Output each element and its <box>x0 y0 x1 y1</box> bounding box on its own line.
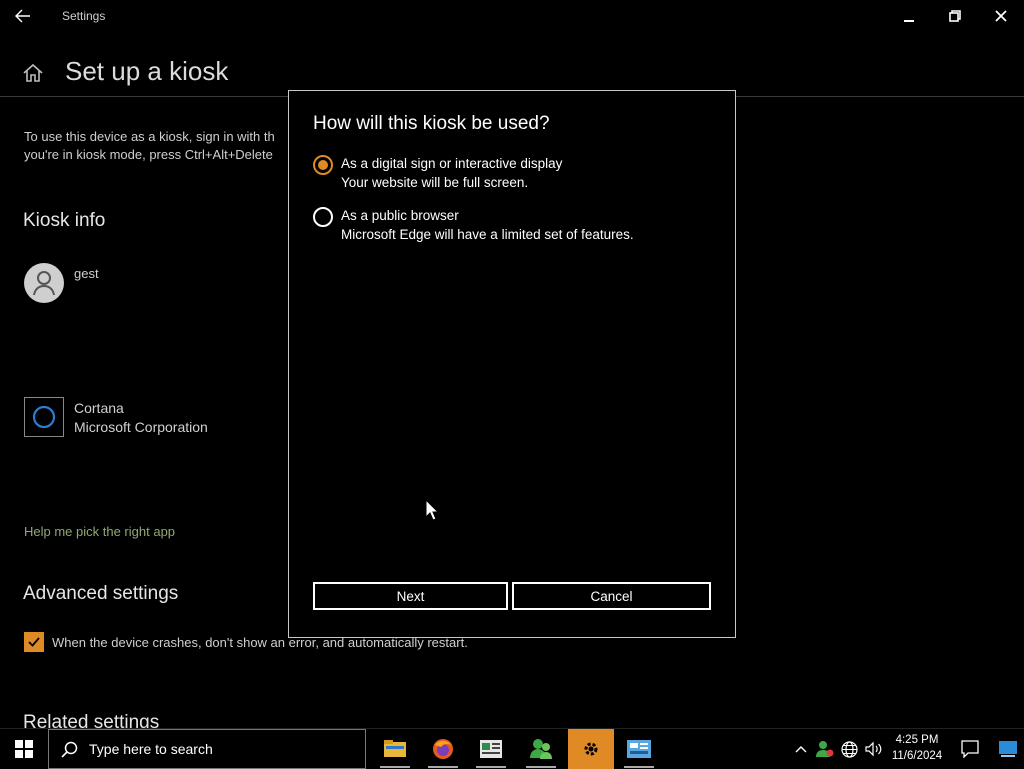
chevron-up-icon <box>795 746 807 753</box>
taskbar-firefox[interactable] <box>420 729 466 769</box>
people-tray-icon <box>816 741 834 757</box>
app-title: Settings <box>62 9 106 23</box>
cortana-icon <box>32 405 56 429</box>
action-center-button[interactable] <box>952 729 988 769</box>
crash-restart-checkbox[interactable] <box>24 632 44 652</box>
avatar <box>24 263 64 303</box>
news-app-icon <box>480 740 502 758</box>
minimize-icon <box>904 20 914 22</box>
page-title: Set up a kiosk <box>65 56 229 86</box>
show-hidden-icons[interactable] <box>790 729 812 769</box>
kiosk-info-heading: Kiosk info <box>23 210 106 231</box>
settings-icon <box>584 742 598 756</box>
radio-public-browser[interactable] <box>313 207 333 227</box>
file-explorer-icon <box>384 740 406 757</box>
home-icon[interactable] <box>22 62 44 89</box>
radio-digital-sign[interactable] <box>313 155 333 175</box>
option-description: Microsoft Edge will have a limited set o… <box>341 227 634 242</box>
volume-control[interactable] <box>862 729 884 769</box>
show-desktop-button[interactable] <box>992 729 1024 769</box>
taskbar-news-app[interactable] <box>468 729 514 769</box>
search-icon <box>61 741 78 758</box>
title-bar: Settings <box>0 0 1024 32</box>
restore-icon <box>949 10 961 22</box>
option-label: As a digital sign or interactive display <box>341 156 563 171</box>
start-button[interactable] <box>0 729 48 769</box>
advanced-settings-heading: Advanced settings <box>23 583 179 604</box>
account-name: gest <box>74 266 99 281</box>
control-panel-icon <box>627 740 651 758</box>
clock-date: 11/6/2024 <box>891 750 943 762</box>
desktop-icon <box>999 741 1017 757</box>
next-button[interactable]: Next <box>313 582 508 610</box>
restore-button[interactable] <box>932 0 978 32</box>
mouse-cursor-icon <box>425 499 439 521</box>
globe-icon <box>840 740 858 758</box>
app-name: Cortana <box>74 400 124 416</box>
kiosk-usage-dialog: How will this kiosk be used? As a digita… <box>288 90 736 638</box>
app-publisher: Microsoft Corporation <box>74 419 208 435</box>
close-button[interactable] <box>978 0 1024 32</box>
back-button[interactable] <box>8 4 38 28</box>
option-label: As a public browser <box>341 208 459 223</box>
option-description: Your website will be full screen. <box>341 175 529 190</box>
user-icon <box>33 271 55 296</box>
dialog-title: How will this kiosk be used? <box>313 113 550 134</box>
close-icon <box>995 10 1007 22</box>
help-pick-app-link[interactable]: Help me pick the right app <box>24 524 175 539</box>
volume-icon <box>864 741 881 757</box>
network-status[interactable] <box>838 729 860 769</box>
cortana-app-tile[interactable] <box>24 397 64 437</box>
back-arrow-icon <box>15 9 30 23</box>
description-line-2: you're in kiosk mode, press Ctrl+Alt+Del… <box>24 147 273 162</box>
firefox-icon <box>433 739 453 759</box>
windows-logo-icon <box>15 740 33 758</box>
minimize-button[interactable] <box>886 0 932 32</box>
tray-app-icon[interactable] <box>814 729 836 769</box>
cancel-button[interactable]: Cancel <box>512 582 711 610</box>
clock-time: 4:25 PM <box>895 734 939 746</box>
notification-icon <box>961 740 979 758</box>
taskbar-file-explorer[interactable] <box>372 729 418 769</box>
taskbar-people-app[interactable] <box>518 729 564 769</box>
taskbar-search[interactable]: Type here to search <box>48 729 366 769</box>
taskbar-clock[interactable]: 4:25 PM 11/6/2024 <box>888 732 946 764</box>
people-app-icon <box>530 739 552 759</box>
kiosk-description: To use this device as a kiosk, sign in w… <box>24 128 290 164</box>
search-placeholder: Type here to search <box>89 741 213 757</box>
taskbar-settings[interactable] <box>568 729 614 769</box>
taskbar-control-panel[interactable] <box>616 729 662 769</box>
checkmark-icon <box>28 637 40 647</box>
description-line-1: To use this device as a kiosk, sign in w… <box>24 129 275 144</box>
taskbar: Type here to search 4:25 PM 11/6/2024 <box>0 728 1024 769</box>
